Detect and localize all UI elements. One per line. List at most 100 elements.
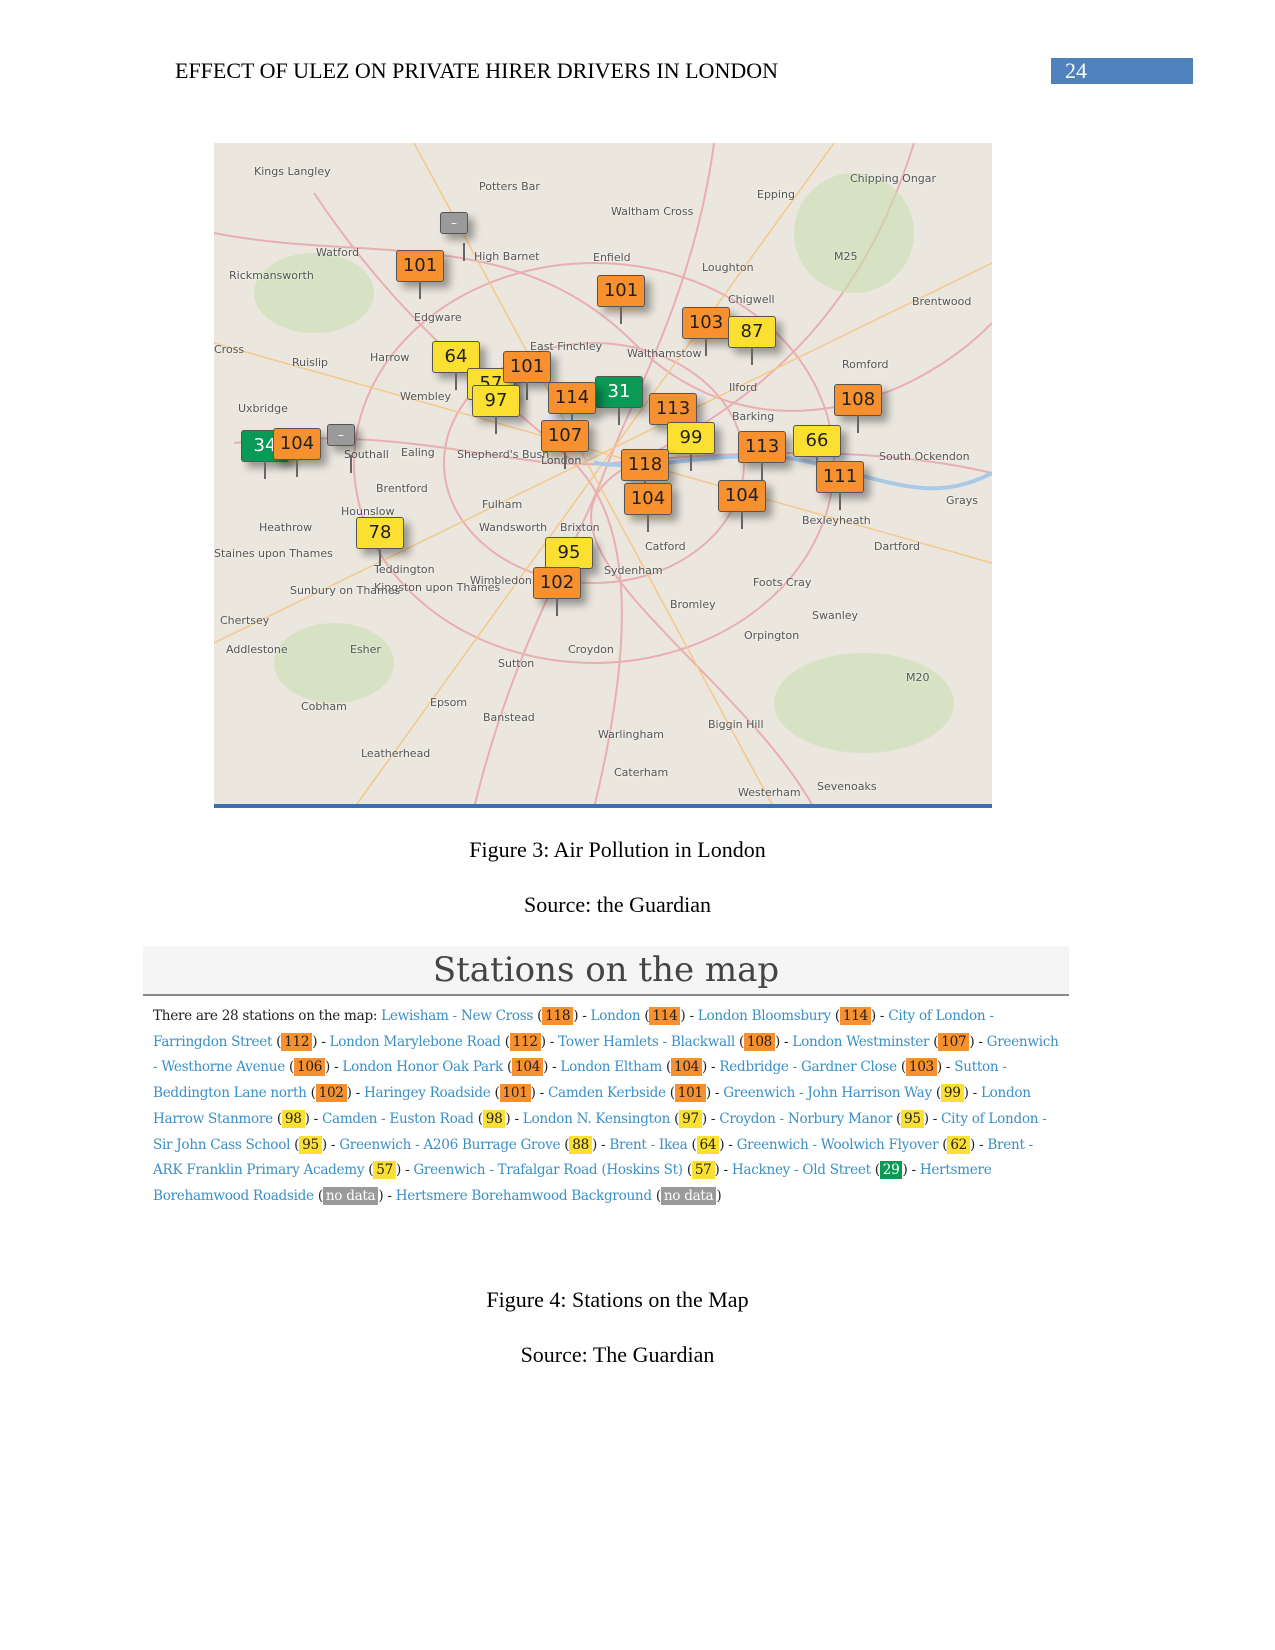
map-place-label: Staines upon Thames xyxy=(214,547,333,560)
station-link[interactable]: London Eltham xyxy=(560,1059,662,1075)
station-link[interactable]: London Marylebone Road xyxy=(330,1034,501,1050)
map-place-label: Uxbridge xyxy=(238,402,288,415)
station-link[interactable]: Hertsmere Borehamwood Background xyxy=(396,1188,652,1204)
map-place-label: Wandsworth xyxy=(479,521,548,534)
map-place-label: Ilford xyxy=(729,381,758,394)
pollution-marker-green[interactable]: 31 xyxy=(595,376,643,425)
aqi-badge: 97 xyxy=(679,1109,702,1128)
figure4-caption: Figure 4: Stations on the Map xyxy=(486,1287,749,1312)
map-place-label: Romford xyxy=(842,358,889,371)
map-place-label: Edgware xyxy=(414,311,462,324)
map-place-label: Kings Langley xyxy=(254,165,331,178)
station-link[interactable]: Camden - Euston Road xyxy=(322,1111,474,1127)
pollution-marker-yellow[interactable]: 66 xyxy=(793,425,841,474)
station-link[interactable]: Greenwich - Trafalgar Road (Hoskins St) xyxy=(413,1162,683,1178)
map-place-label: London xyxy=(541,454,582,467)
figure3-caption: Figure 3: Air Pollution in London xyxy=(469,837,766,862)
station-link[interactable]: Croydon - Norbury Manor xyxy=(719,1111,892,1127)
map-place-label: High Barnet xyxy=(474,250,540,263)
pollution-marker-yellow[interactable]: 95 xyxy=(545,537,593,586)
pollution-marker-orange[interactable]: 101 xyxy=(597,275,645,324)
aqi-badge: 104 xyxy=(670,1058,703,1077)
pollution-marker-yellow[interactable]: 87 xyxy=(728,316,776,365)
figure4-source: Source: The Guardian xyxy=(520,1342,715,1367)
map-place-label: Watford xyxy=(316,246,360,259)
aqi-badge: 95 xyxy=(299,1135,322,1154)
aqi-badge: 118 xyxy=(542,1007,574,1025)
aqi-badge: no data xyxy=(322,1186,379,1205)
figure3-source: Source: the Guardian xyxy=(524,892,711,917)
pollution-marker-orange[interactable]: 108 xyxy=(834,384,882,433)
pollution-marker-orange[interactable]: 114 xyxy=(548,382,596,431)
pollution-marker-orange[interactable]: 107 xyxy=(541,420,589,469)
pollution-marker-yellow[interactable]: 97 xyxy=(472,385,520,434)
station-link[interactable]: Lewisham - New Cross xyxy=(381,1008,533,1024)
station-link[interactable]: London Honor Oak Park xyxy=(342,1059,503,1075)
station-link[interactable]: Greenwich - Woolwich Flyover xyxy=(737,1137,939,1153)
pollution-marker-orange[interactable]: 111 xyxy=(816,461,864,510)
aqi-badge: 29 xyxy=(879,1161,903,1180)
pollution-marker-orange[interactable]: 113 xyxy=(738,431,786,480)
map-place-label: Chertsey xyxy=(220,614,270,627)
pollution-marker-orange[interactable]: 104 xyxy=(273,428,321,477)
pollution-marker-orange[interactable]: 101 xyxy=(503,351,551,400)
map-place-label: Shepherd's Bush xyxy=(457,448,550,461)
pollution-marker-orange[interactable]: 104 xyxy=(624,483,672,532)
station-link[interactable]: Hackney - Old Street xyxy=(732,1162,871,1178)
map-place-label: Waltham Cross xyxy=(611,205,694,218)
pollution-marker-orange[interactable]: 103 xyxy=(682,307,730,356)
aqi-badge: no data xyxy=(660,1186,717,1205)
map-place-label: Chigwell xyxy=(728,293,775,306)
station-link[interactable]: Camden Kerbside xyxy=(548,1085,666,1101)
pollution-marker-gray[interactable]: – xyxy=(327,424,355,473)
station-link[interactable]: Greenwich - A206 Burrage Grove xyxy=(339,1137,560,1153)
station-link[interactable]: Haringey Roadside xyxy=(364,1085,491,1101)
map-place-label: Cobham xyxy=(301,700,347,713)
map-place-label: Loughton xyxy=(702,261,754,274)
station-link[interactable]: Greenwich - John Harrison Way xyxy=(723,1085,932,1101)
map-place-label: Banstead xyxy=(483,711,535,724)
map-place-label: Bromley xyxy=(670,598,716,611)
station-link[interactable]: London xyxy=(591,1008,641,1024)
station-link[interactable]: London Westminster xyxy=(792,1034,929,1050)
pollution-marker-yellow[interactable]: 99 xyxy=(667,422,715,471)
pollution-marker-orange[interactable]: 101 xyxy=(396,250,444,299)
aqi-badge: 102 xyxy=(315,1084,347,1103)
map-place-label: M20 xyxy=(906,671,930,684)
pollution-marker-orange[interactable]: 118 xyxy=(621,449,669,498)
map-place-label: Cross xyxy=(214,343,245,356)
map-place-label: Bexleyheath xyxy=(802,514,871,527)
map-place-label: Heathrow xyxy=(259,521,313,534)
map-place-label: Sunbury on Thames xyxy=(290,584,401,597)
map-place-label: Biggin Hill xyxy=(708,718,764,731)
map-place-label: Walthamstow xyxy=(627,347,702,360)
map-place-label: Dartford xyxy=(874,540,920,553)
aqi-badge: 98 xyxy=(482,1109,506,1128)
map-place-label: Orpington xyxy=(744,629,800,642)
map-place-label: Swanley xyxy=(812,609,859,622)
station-link[interactable]: Redbridge - Gardner Close xyxy=(719,1059,897,1075)
station-link[interactable]: Tower Hamlets - Blackwall xyxy=(558,1034,735,1050)
pollution-marker-orange[interactable]: 113 xyxy=(649,393,697,442)
aqi-badge: 62 xyxy=(947,1135,971,1154)
page-number: 24 xyxy=(1051,58,1193,84)
station-link[interactable]: London Bloomsbury xyxy=(698,1008,831,1024)
pollution-marker-gray[interactable]: – xyxy=(440,212,468,261)
pollution-marker-orange[interactable]: 104 xyxy=(718,480,766,529)
map-place-label: Addlestone xyxy=(226,643,288,656)
map-place-label: Croydon xyxy=(568,643,614,656)
map-place-label: Barking xyxy=(732,410,775,423)
station-link[interactable]: London N. Kensington xyxy=(523,1111,671,1127)
map-place-label: Sevenoaks xyxy=(817,780,877,793)
map-place-label: Wembley xyxy=(400,390,452,403)
map-place-label: Westerham xyxy=(738,786,801,799)
aqi-badge: 98 xyxy=(281,1109,305,1128)
station-link[interactable]: Brent - Ikea xyxy=(609,1137,687,1153)
aqi-badge: 57 xyxy=(373,1161,396,1180)
stations-intro: There are 28 stations on the map: xyxy=(153,1008,382,1024)
stations-title: Stations on the map xyxy=(143,946,1069,996)
map-place-label: South Ockendon xyxy=(879,450,970,463)
pollution-marker-yellow[interactable]: 78 xyxy=(356,517,404,566)
pollution-marker-orange[interactable]: 102 xyxy=(533,567,581,616)
map-place-label: M25 xyxy=(834,250,858,263)
